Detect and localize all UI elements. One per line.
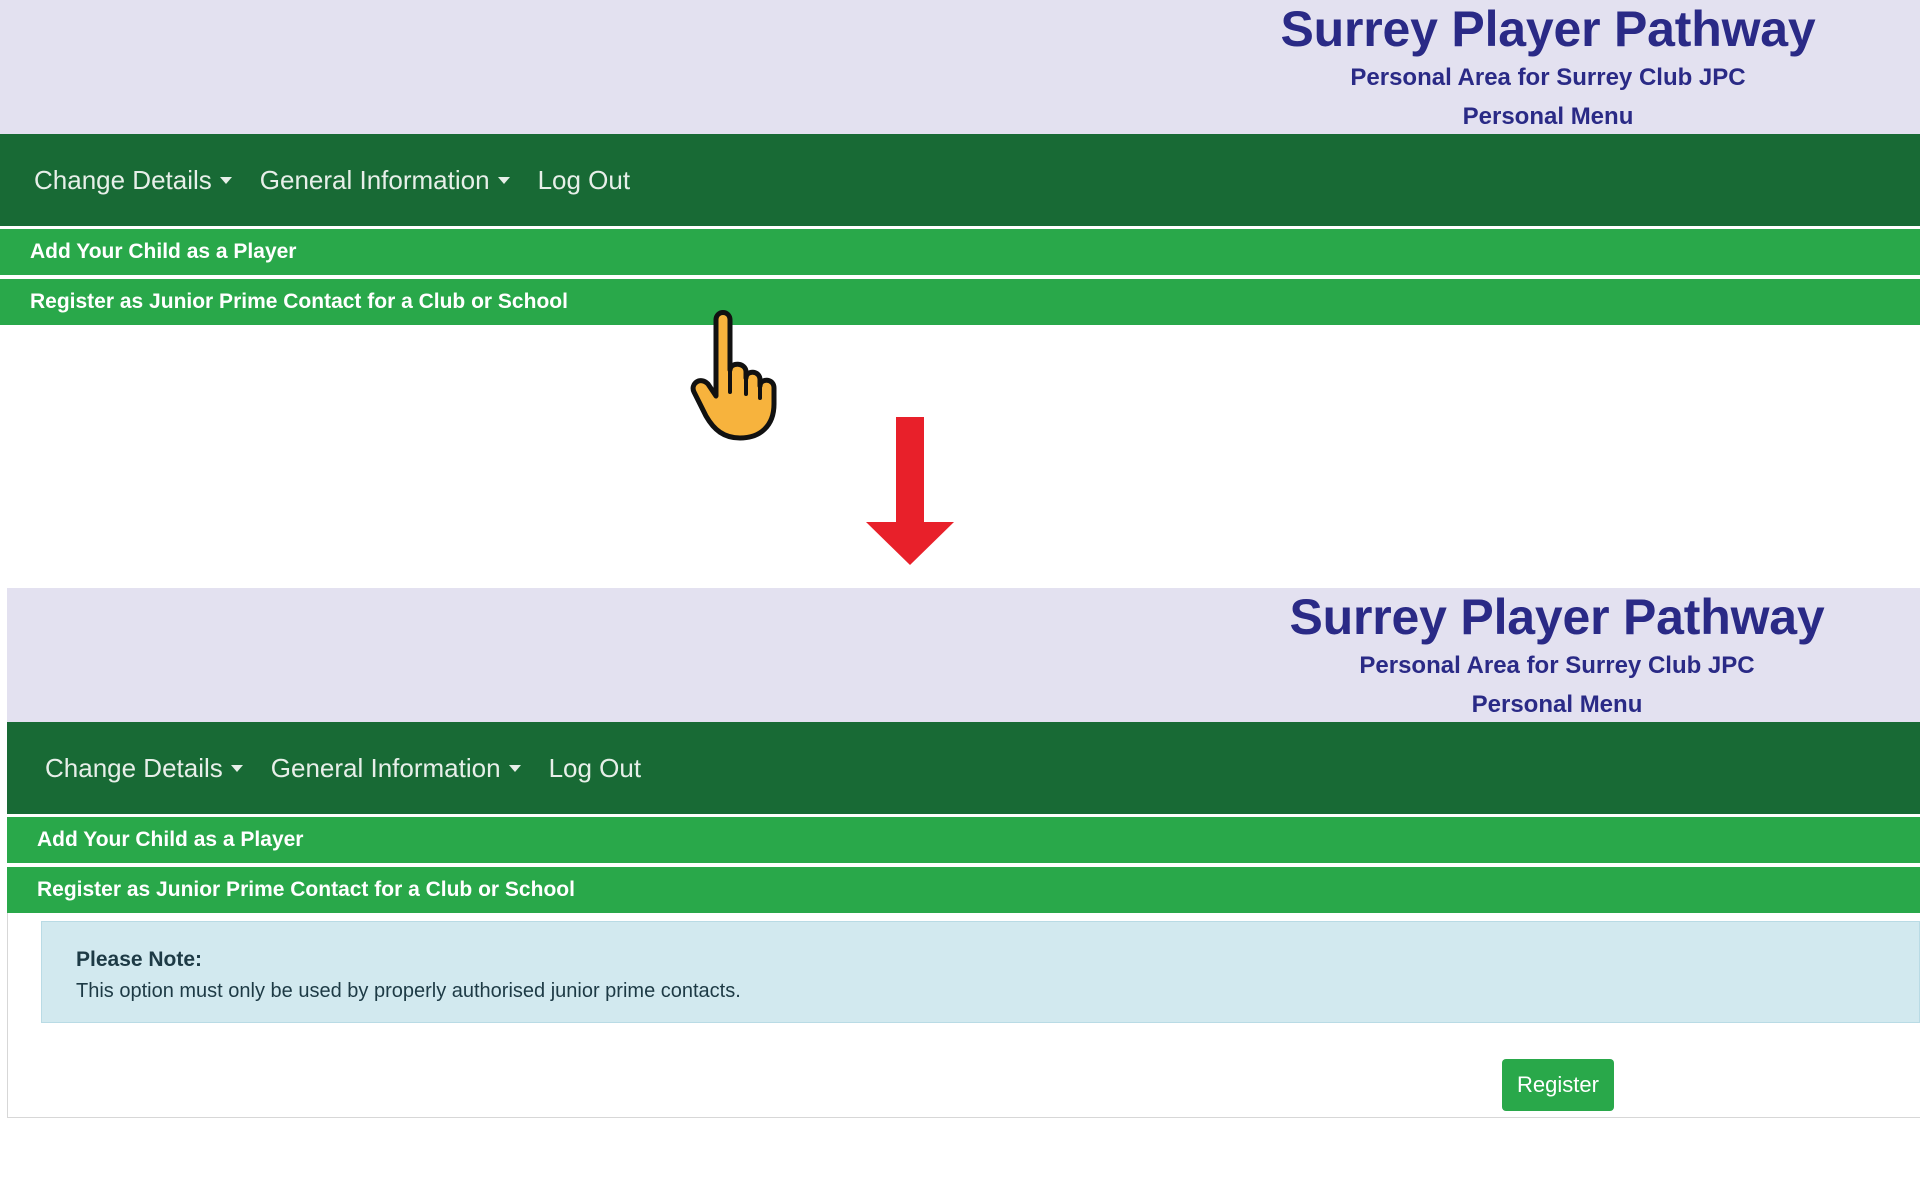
nav-general-information-label: General Information (270, 752, 501, 783)
note-title: Please Note: (76, 948, 203, 971)
screen-before: Surrey Player Pathway Personal Area for … (0, 0, 1920, 588)
caret-down-icon (219, 176, 232, 184)
personal-menu-title: Personal Menu (1471, 691, 1643, 718)
title-block: Surrey Player Pathway Personal Area for … (1218, 0, 1878, 136)
nav-change-details-label: Change Details (34, 164, 212, 195)
personal-area-subtitle: Personal Area for Surrey Club JPC (1350, 64, 1746, 91)
nav-log-out-label: Log Out (548, 752, 642, 783)
pointing-hand-icon (690, 310, 777, 441)
menu-add-child-player[interactable]: Add Your Child as a Player (7, 817, 1920, 863)
caret-down-icon (497, 176, 510, 184)
nav-general-information[interactable]: General Information (271, 753, 521, 784)
site-title: Surrey Player Pathway (1289, 589, 1825, 645)
register-jpc-panel: Please Note: This option must only be us… (7, 913, 1920, 1118)
menu-add-child-player[interactable]: Add Your Child as a Player (0, 229, 1920, 275)
nav-general-information-label: General Information (259, 164, 490, 195)
nav-general-information[interactable]: General Information (260, 165, 510, 196)
nav-change-details-label: Change Details (45, 752, 223, 783)
nav-log-out-label: Log Out (537, 164, 631, 195)
note-body: This option must only be used by properl… (76, 980, 741, 1002)
title-block: Surrey Player Pathway Personal Area for … (1227, 588, 1887, 724)
personal-area-subtitle: Personal Area for Surrey Club JPC (1359, 652, 1755, 679)
main-navbar: Change Details General Information Log O… (0, 134, 1920, 226)
tutorial-composite: Surrey Player Pathway Personal Area for … (0, 0, 1920, 1185)
personal-menu-title: Personal Menu (1462, 103, 1634, 130)
menu-register-jpc[interactable]: Register as Junior Prime Contact for a C… (7, 867, 1920, 913)
nav-log-out[interactable]: Log Out (549, 753, 642, 784)
caret-down-icon (508, 764, 521, 772)
site-header: Surrey Player Pathway Personal Area for … (0, 0, 1920, 134)
nav-change-details[interactable]: Change Details (45, 753, 243, 784)
arrow-down-icon (866, 417, 954, 565)
main-navbar: Change Details General Information Log O… (7, 722, 1920, 814)
nav-change-details[interactable]: Change Details (34, 165, 232, 196)
info-alert: Please Note: This option must only be us… (41, 921, 1920, 1023)
menu-add-child-label: Add Your Child as a Player (30, 240, 297, 263)
menu-register-jpc[interactable]: Register as Junior Prime Contact for a C… (0, 279, 1920, 325)
caret-down-icon (230, 764, 243, 772)
screen-after: Surrey Player Pathway Personal Area for … (7, 588, 1920, 1118)
menu-add-child-label: Add Your Child as a Player (37, 828, 304, 851)
menu-register-jpc-label: Register as Junior Prime Contact for a C… (30, 290, 568, 313)
nav-log-out[interactable]: Log Out (538, 165, 631, 196)
site-header: Surrey Player Pathway Personal Area for … (7, 588, 1920, 722)
register-button[interactable]: Register (1502, 1059, 1614, 1111)
site-title: Surrey Player Pathway (1280, 1, 1816, 57)
menu-register-jpc-label: Register as Junior Prime Contact for a C… (37, 878, 575, 901)
